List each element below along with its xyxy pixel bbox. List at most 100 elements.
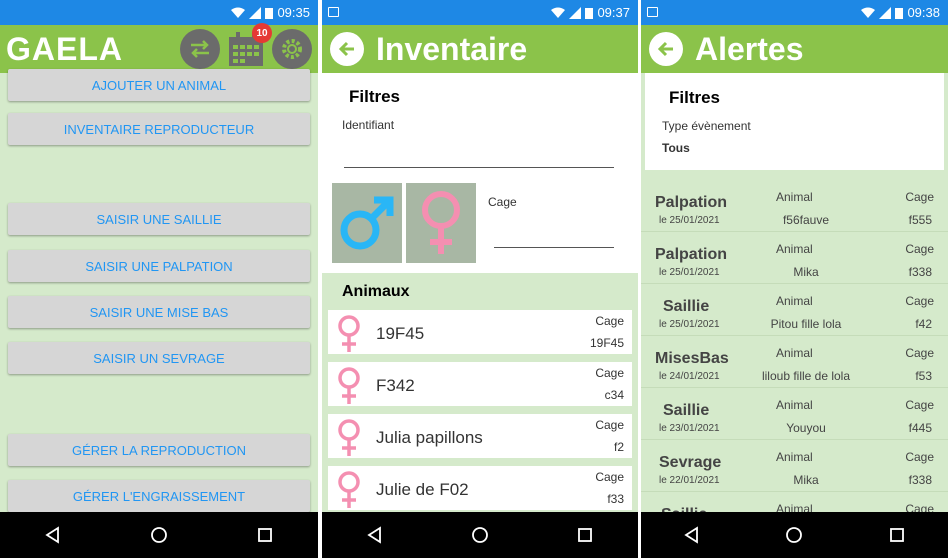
app-bar: GAELA 10 <box>0 23 318 73</box>
breeder-inventory-button[interactable]: INVENTAIRE REPRODUCTEUR <box>8 113 310 145</box>
cage-label: Cage <box>905 346 934 360</box>
animal-name: Julie de F02 <box>376 480 469 499</box>
recents-nav-icon[interactable] <box>877 515 917 555</box>
event-type-label: Type évènement <box>662 119 751 133</box>
cage-value: f555 <box>908 213 932 227</box>
cage-label: Cage <box>905 398 934 412</box>
cage-label: Cage <box>905 294 934 308</box>
manage-reproduction-button[interactable]: GÉRER LA REPRODUCTION <box>8 434 310 466</box>
animal-value: Youyou <box>786 421 826 435</box>
alert-list-item[interactable]: Palpation le 25/01/2021 Animal f56fauve … <box>641 180 948 232</box>
alert-date: le 25/01/2021 <box>659 319 720 330</box>
alert-type: Saillie <box>663 402 710 419</box>
signal-icon <box>249 6 262 19</box>
alert-type: Saillie <box>663 298 710 315</box>
screen-main-menu: 09:35 GAELA 10 AJOUTER UN ANIMAL INVENTA… <box>0 0 318 558</box>
add-animal-button[interactable]: AJOUTER UN ANIMAL <box>8 69 310 101</box>
cage-label: Cage <box>905 450 934 464</box>
record-birth-button[interactable]: SAISIR UNE MISE BAS <box>8 296 310 328</box>
app-bar: Inventaire <box>322 25 638 73</box>
status-time: 09:38 <box>907 5 940 20</box>
cage-label: Cage <box>595 470 624 484</box>
animal-label: Animal <box>776 346 813 360</box>
alert-list-item[interactable]: Saillie le 25/01/2021 Animal Pitou fille… <box>641 284 948 336</box>
home-nav-icon[interactable] <box>139 515 179 555</box>
animal-label: Animal <box>776 398 813 412</box>
home-nav-icon[interactable] <box>460 515 500 555</box>
cage-label: Cage <box>595 366 624 380</box>
home-nav-icon[interactable] <box>774 515 814 555</box>
cage-value: f33 <box>607 492 624 506</box>
battery-icon <box>265 7 274 19</box>
back-arrow-icon[interactable] <box>649 32 683 66</box>
male-filter-button[interactable] <box>332 183 402 263</box>
screen-alerts: 09:38 Alertes Filtres Type évènement Tou… <box>641 0 948 558</box>
record-mating-button[interactable]: SAISIR UNE SAILLIE <box>8 203 310 235</box>
back-nav-icon[interactable] <box>672 515 712 555</box>
status-time: 09:37 <box>597 5 630 20</box>
battery-icon <box>585 7 594 19</box>
animal-value: liloub fille de lola <box>761 369 851 383</box>
back-arrow-icon[interactable] <box>330 32 364 66</box>
cage-label: Cage <box>488 195 517 209</box>
battery-icon <box>895 7 904 19</box>
cage-value: f42 <box>915 317 932 331</box>
back-nav-icon[interactable] <box>355 515 395 555</box>
alert-date: le 22/01/2021 <box>659 475 720 486</box>
alert-list-item[interactable]: MisesBas le 24/01/2021 Animal liloub fil… <box>641 336 948 388</box>
page-title: Inventaire <box>376 30 528 67</box>
notification-badge: 10 <box>252 23 272 43</box>
cage-value: f445 <box>908 421 932 435</box>
screen-inventory: 09:37 Inventaire Filtres Identifiant Cag… <box>322 0 638 558</box>
filters-title: Filtres <box>669 88 721 107</box>
back-nav-icon[interactable] <box>33 515 73 555</box>
filters-panel: Filtres Type évènement Tous <box>645 73 944 170</box>
animal-list-item[interactable]: Julia papillons Cage f2 <box>328 414 632 458</box>
wifi-icon <box>861 7 876 18</box>
cage-value: f2 <box>613 440 624 454</box>
alert-date: le 23/01/2021 <box>659 423 720 434</box>
animal-value: Mika <box>793 473 819 487</box>
signal-icon <box>569 6 582 19</box>
cage-label: Cage <box>905 190 934 204</box>
status-bar: 09:38 <box>641 0 948 25</box>
alert-type: Sevrage <box>659 454 722 471</box>
female-icon <box>334 366 364 411</box>
status-time: 09:35 <box>277 5 310 20</box>
cage-value: f53 <box>915 369 932 383</box>
wifi-icon <box>551 7 566 18</box>
alert-date: le 25/01/2021 <box>659 267 720 278</box>
alert-list-item[interactable]: Sevrage le 22/01/2021 Animal Mika Cage f… <box>641 440 948 492</box>
cage-label: Cage <box>595 418 624 432</box>
alert-type: MisesBas <box>655 350 729 367</box>
animal-list-item[interactable]: F342 Cage c34 <box>328 362 632 406</box>
animal-value: Mika <box>793 265 819 279</box>
notification-icon <box>328 7 339 17</box>
navigation-bar <box>322 512 638 558</box>
animal-list-item[interactable]: 19F45 Cage 19F45 <box>328 310 632 354</box>
record-weaning-button[interactable]: SAISIR UN SEVRAGE <box>8 342 310 374</box>
navigation-bar <box>641 512 948 558</box>
record-palpation-button[interactable]: SAISIR UNE PALPATION <box>8 250 310 282</box>
gear-icon[interactable] <box>272 29 312 69</box>
animal-value: Pitou fille lola <box>770 317 842 331</box>
swap-icon[interactable] <box>180 29 220 69</box>
calendar-icon[interactable]: 10 <box>226 23 272 69</box>
cage-value: f338 <box>908 473 932 487</box>
event-type-select[interactable]: Tous <box>662 141 690 155</box>
manage-fattening-button[interactable]: GÉRER L'ENGRAISSEMENT <box>8 480 310 512</box>
animal-label: Animal <box>776 190 813 204</box>
animal-label: Animal <box>776 294 813 308</box>
app-bar: Alertes <box>641 25 948 73</box>
app-title: GAELA <box>6 30 123 67</box>
animal-name: F342 <box>376 376 415 395</box>
animal-value: f56fauve <box>782 213 830 227</box>
alert-list-item[interactable]: Palpation le 25/01/2021 Animal Mika Cage… <box>641 232 948 284</box>
recents-nav-icon[interactable] <box>245 515 285 555</box>
alert-list-item[interactable]: Saillie le 23/01/2021 Animal Youyou Cage… <box>641 388 948 440</box>
cage-label: Cage <box>595 314 624 328</box>
animal-list-item[interactable]: Julie de F02 Cage f33 <box>328 466 632 510</box>
female-filter-button[interactable] <box>406 183 476 263</box>
cage-value: f338 <box>908 265 932 279</box>
recents-nav-icon[interactable] <box>565 515 605 555</box>
